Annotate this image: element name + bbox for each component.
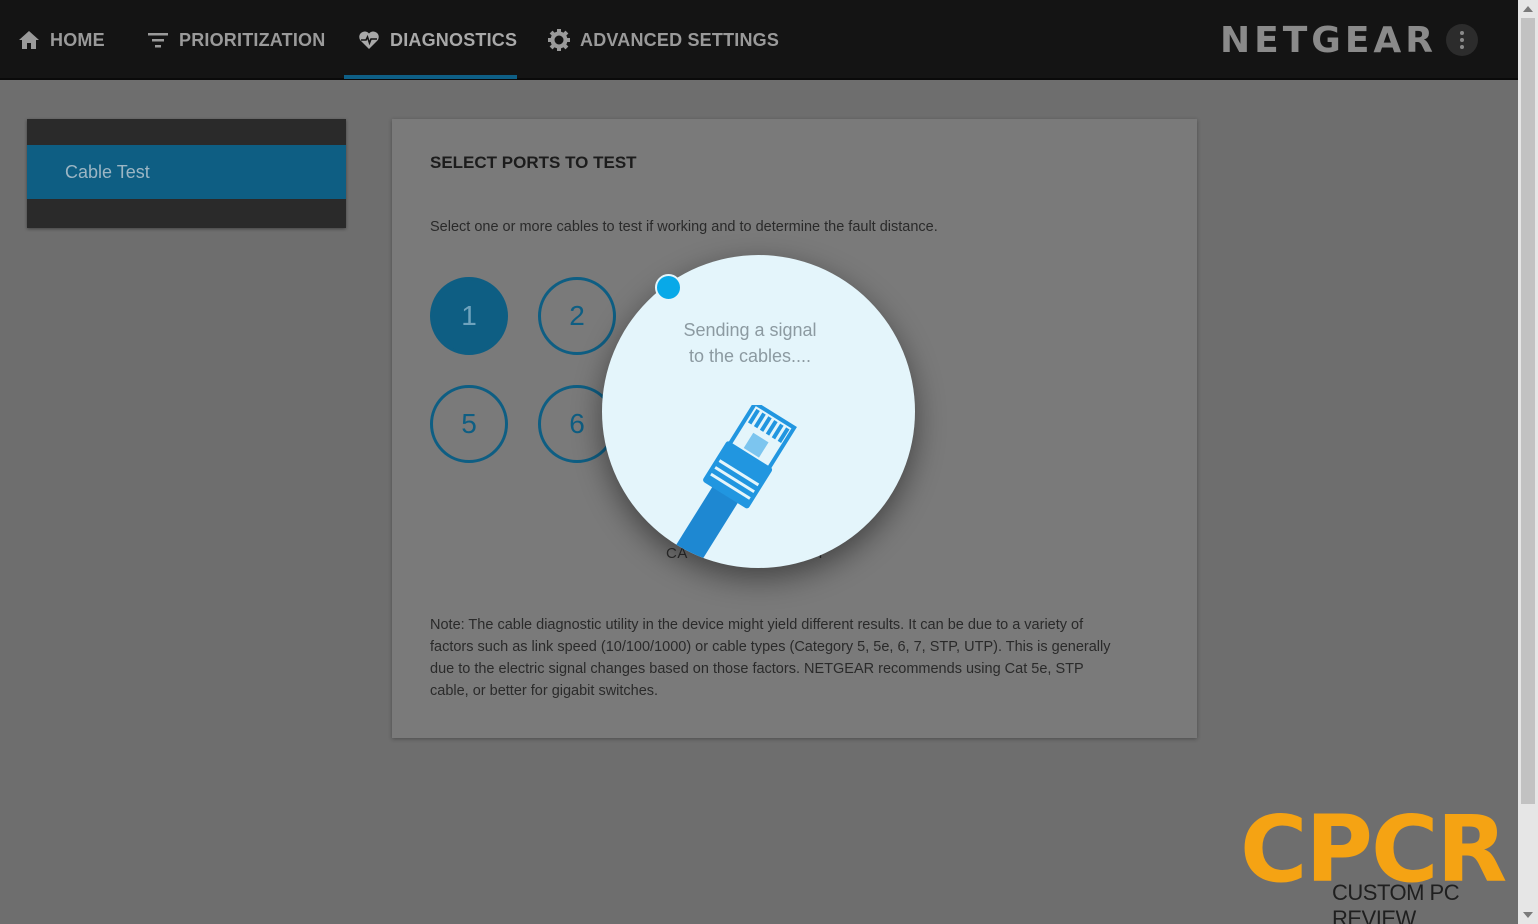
more-options-button[interactable] <box>1446 24 1478 56</box>
gear-icon <box>548 29 570 51</box>
sidebar: Cable Test <box>27 119 346 228</box>
nav-prioritization[interactable]: PRIORITIZATION <box>147 0 325 80</box>
active-tab-indicator <box>344 75 517 79</box>
overlay-message: Sending a signal to the cables.... <box>602 317 898 369</box>
port-button-1[interactable]: 1 <box>430 277 508 355</box>
overlay-line-1: Sending a signal <box>683 320 817 340</box>
nav-home[interactable]: HOME <box>18 0 105 80</box>
ethernet-cable-icon <box>664 405 797 568</box>
sidebar-item-label: Cable Test <box>65 161 150 182</box>
nav-diagnostics-label: DIAGNOSTICS <box>390 29 518 50</box>
kebab-dot-icon <box>1460 38 1464 42</box>
nav-diagnostics[interactable]: DIAGNOSTICS <box>358 0 517 80</box>
watermark-subtitle: CUSTOM PC REVIEW <box>1332 880 1460 924</box>
nav-home-label: HOME <box>50 29 105 50</box>
port-button-5[interactable]: 5 <box>430 385 508 463</box>
scroll-down-arrow-icon[interactable] <box>1523 912 1533 918</box>
port-label: 5 <box>461 408 477 439</box>
sending-signal-overlay: Sending a signal to the cables.... <box>602 255 915 568</box>
cpcr-watermark: CPCR CUSTOM PC REVIEW <box>1240 804 1512 924</box>
scroll-thumb[interactable] <box>1521 18 1535 804</box>
sidebar-item-cable-test[interactable]: Cable Test <box>27 145 346 199</box>
port-label: 1 <box>461 300 477 331</box>
progress-indicator-dot <box>655 274 682 301</box>
diagnostic-note: Note: The cable diagnostic utility in th… <box>430 617 1111 699</box>
overlay-line-2: to the cables.... <box>688 346 812 366</box>
nav-prioritization-label: PRIORITIZATION <box>179 29 326 50</box>
nav-advanced-settings-label: ADVANCED SETTINGS <box>580 29 780 50</box>
panel-title: SELECT PORTS TO TEST <box>430 153 637 172</box>
port-label: 6 <box>569 408 585 439</box>
panel-description: Select one or more cables to test if wor… <box>430 219 938 235</box>
page-scrollbar[interactable] <box>1518 0 1538 924</box>
port-label: 2 <box>569 300 585 331</box>
nav-advanced-settings[interactable]: ADVANCED SETTINGS <box>548 0 779 80</box>
scroll-up-arrow-icon[interactable] <box>1523 6 1533 12</box>
heart-pulse-icon <box>359 31 379 49</box>
kebab-dot-icon <box>1460 45 1464 49</box>
kebab-dot-icon <box>1460 31 1464 35</box>
netgear-logo: NETGEAR <box>1220 20 1437 61</box>
home-icon <box>19 31 39 49</box>
filter-icon <box>148 33 168 48</box>
top-navigation-bar: HOME PRIORITIZATION DIAGNOSTICS ADVANCED… <box>0 0 1518 80</box>
